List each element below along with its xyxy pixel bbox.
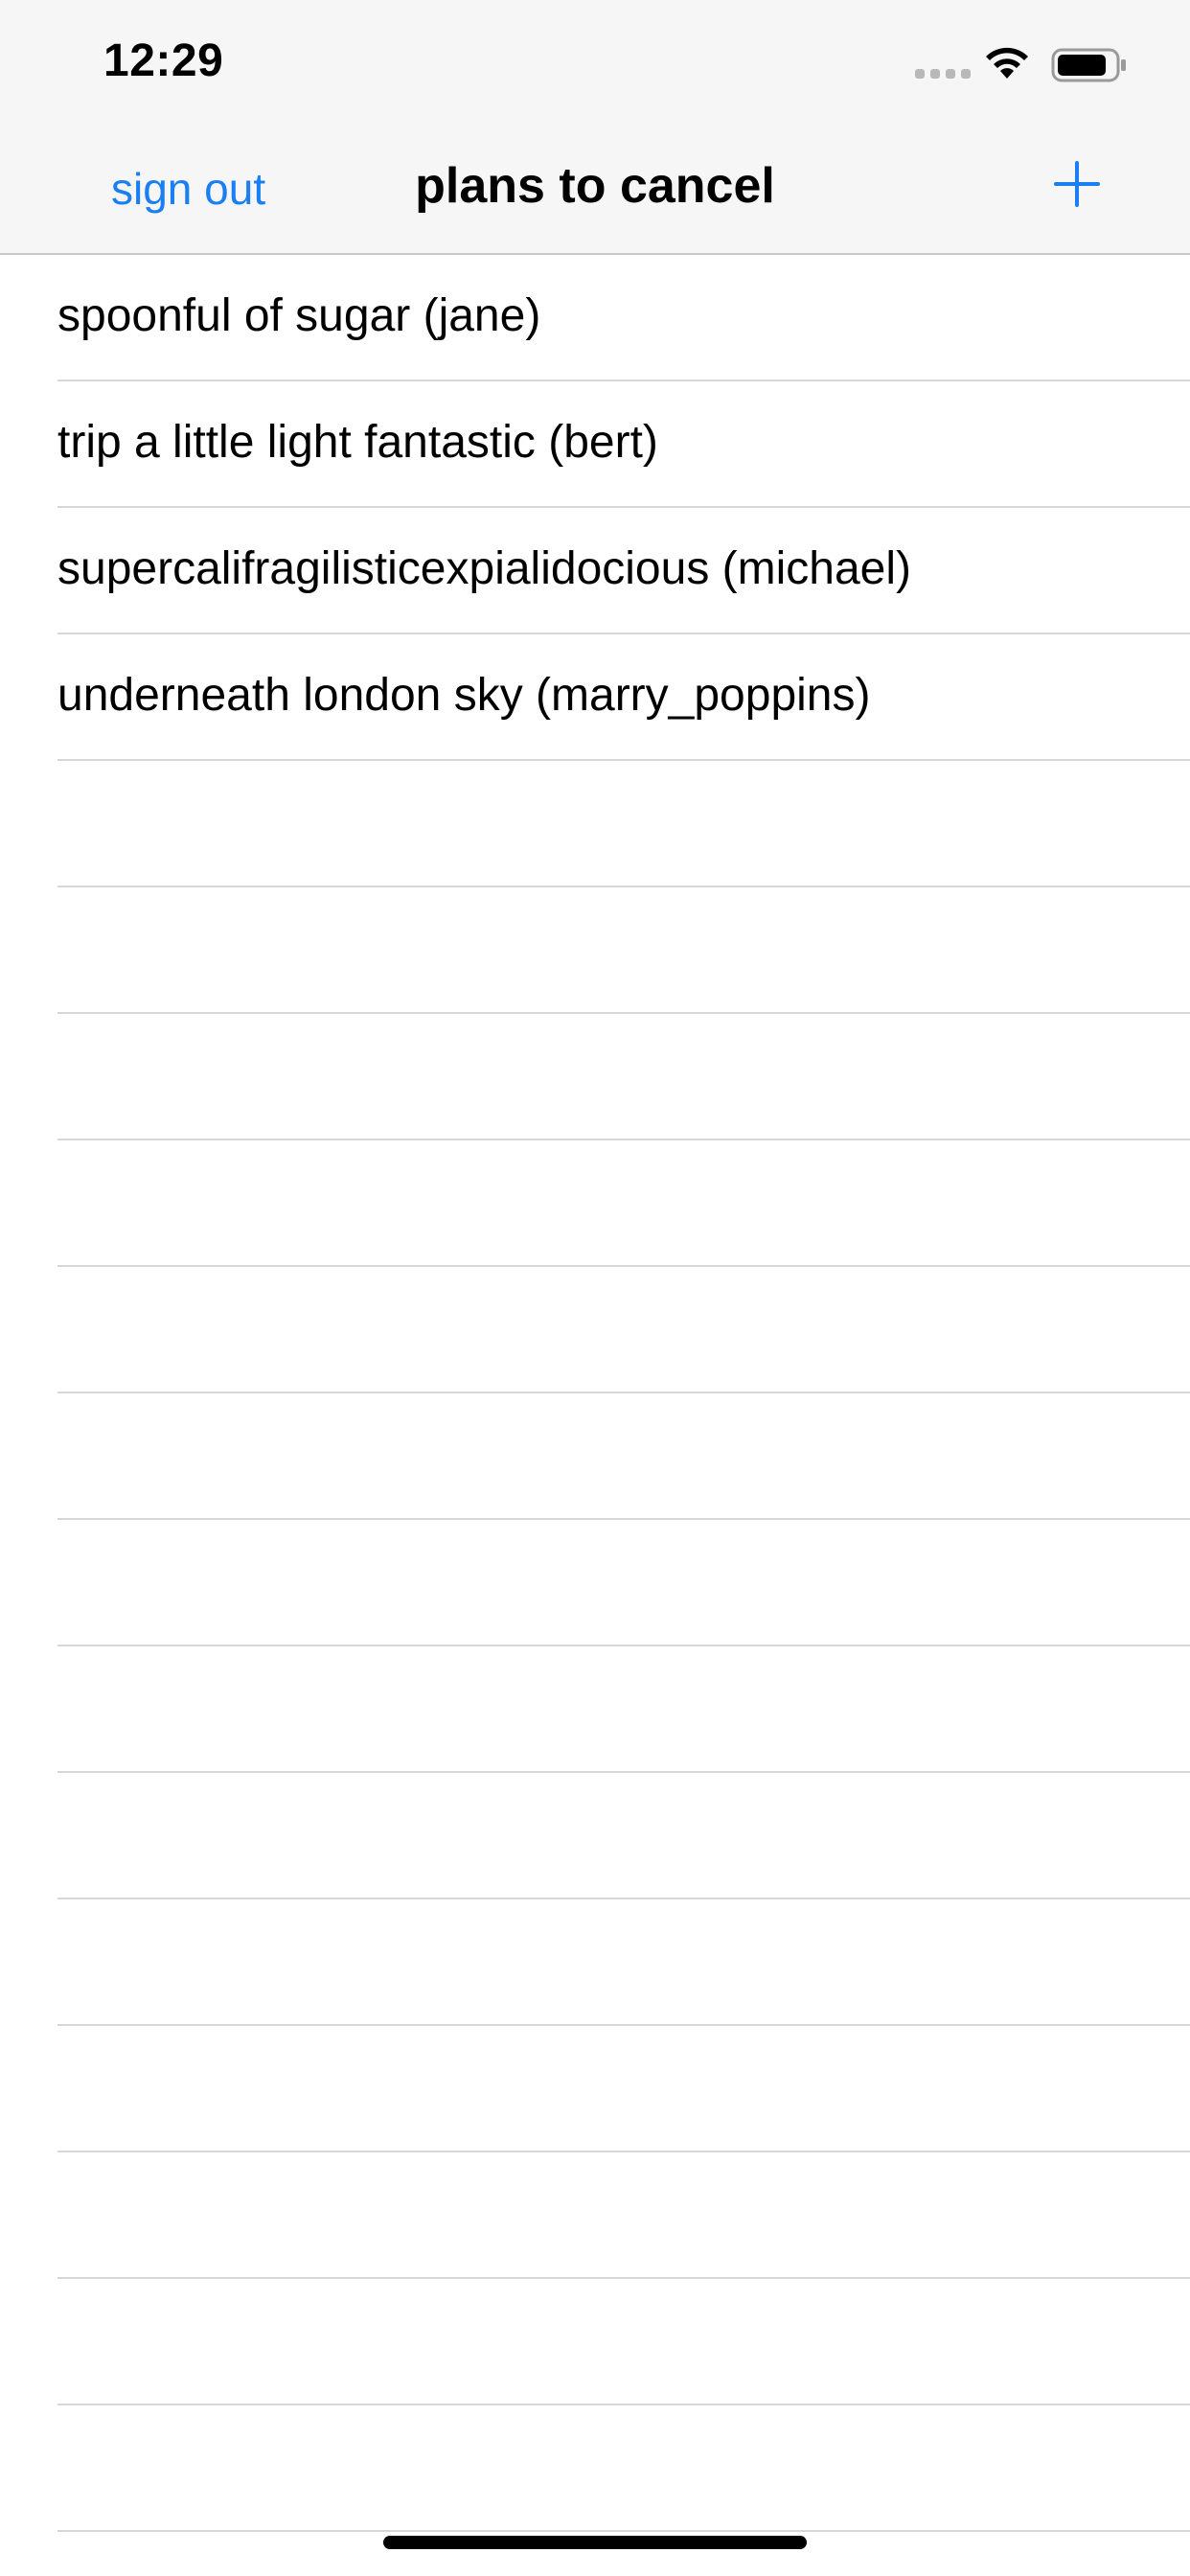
table-row[interactable]: spoonful of sugar (jane) [0,255,1190,381]
plan-label: supercalifragilisticexpialidocious (mich… [57,543,912,594]
empty-row [0,1140,1190,1267]
wifi-icon [986,47,1028,79]
empty-row [0,1646,1190,1773]
table-row[interactable]: underneath london sky (marry_poppins) [0,634,1190,761]
status-time: 12:29 [103,35,224,86]
empty-row [0,2279,1190,2405]
empty-row [0,1014,1190,1140]
plan-label: spoonful of sugar (jane) [57,290,541,341]
navigation-bar: sign out plans to cancel [0,126,1190,253]
app-screen: 12:29 sign out plans to cancel spoonful … [0,0,1190,2576]
empty-row [0,1899,1190,2026]
empty-row [0,1773,1190,1899]
empty-row [0,2026,1190,2152]
sign-out-button[interactable]: sign out [111,163,265,215]
plans-table: spoonful of sugar (jane) trip a little l… [0,255,1190,2532]
empty-row [0,2152,1190,2279]
plan-label: underneath london sky (marry_poppins) [57,670,871,721]
header: 12:29 sign out plans to cancel [0,0,1190,255]
empty-row [0,887,1190,1014]
table-row[interactable]: supercalifragilisticexpialidocious (mich… [0,508,1190,634]
empty-row [0,761,1190,887]
signal-dots-icon [915,69,971,80]
empty-row [0,1267,1190,1393]
empty-row [0,2405,1190,2532]
table-row[interactable]: trip a little light fantastic (bert) [0,381,1190,508]
status-bar: 12:29 [0,0,1190,126]
empty-row [0,1393,1190,1520]
empty-row [0,1520,1190,1646]
battery-icon [1051,48,1126,82]
plus-icon[interactable] [1052,159,1102,209]
home-indicator[interactable] [383,2536,807,2549]
plan-label: trip a little light fantastic (bert) [57,417,658,468]
